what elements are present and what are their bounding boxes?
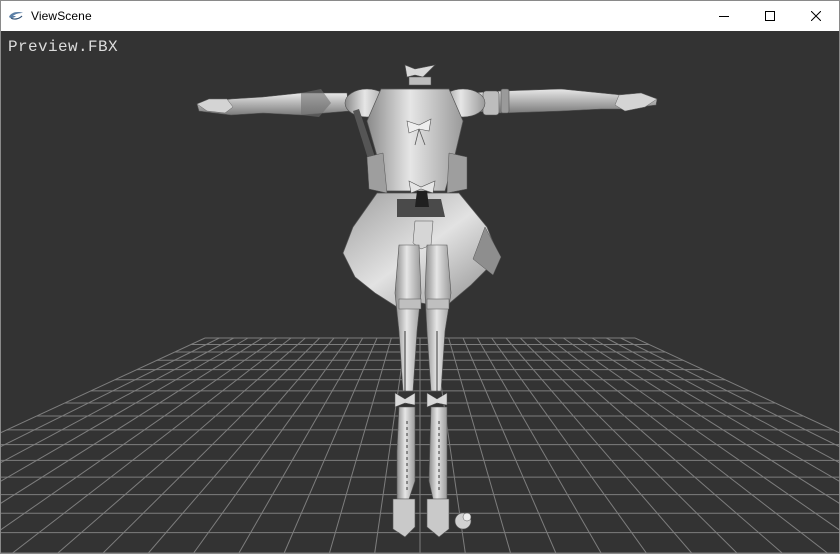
- maximize-icon: [765, 11, 775, 21]
- window-title: ViewScene: [31, 9, 92, 23]
- maximize-button[interactable]: [747, 1, 793, 31]
- scene-canvas: [1, 64, 839, 553]
- viewscene-window: ViewScene Preview.FBX: [0, 0, 840, 554]
- floor-grid: [1, 337, 839, 553]
- minimize-button[interactable]: [701, 1, 747, 31]
- preview-file-label: Preview.FBX: [8, 38, 119, 56]
- close-button[interactable]: [793, 1, 839, 31]
- window-controls: [701, 1, 839, 31]
- character-model: [196, 64, 658, 538]
- title-bar[interactable]: ViewScene: [1, 1, 839, 31]
- close-icon: [811, 11, 821, 21]
- 3d-viewport[interactable]: Preview.FBX: [1, 31, 839, 553]
- viewscene-app-icon: [8, 8, 24, 24]
- minimize-icon: [719, 16, 729, 17]
